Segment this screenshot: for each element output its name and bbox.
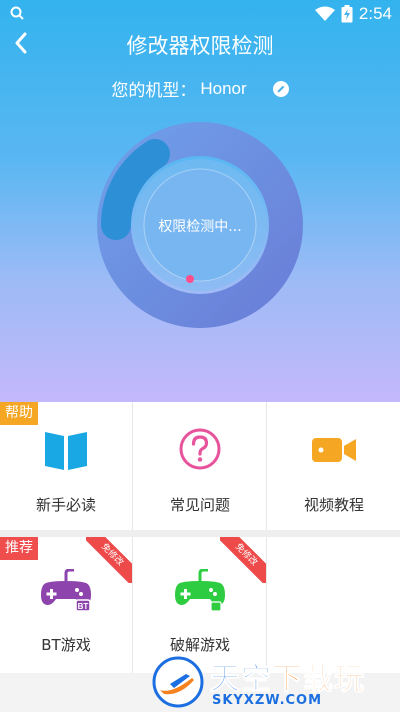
clock: 2:54 (358, 4, 392, 23)
faq-label: 常见问题 (169, 496, 230, 514)
beginner-guide-label: 新手必读 (35, 496, 96, 514)
book-icon (45, 432, 87, 470)
model-label: 您的机型： (111, 81, 197, 101)
help-section: 帮助 新手必读 常见问题 视频教程 (0, 402, 400, 530)
pencil-icon (277, 85, 284, 92)
title-bar: 修改器权限检测 (0, 28, 400, 58)
model-value: Honor (200, 78, 247, 98)
scan-progress-ring: 权限检测中... (97, 122, 303, 328)
faq-item[interactable]: 常见问题 (134, 402, 267, 530)
no-mod-ribbon: 免修改 (220, 537, 266, 583)
scan-status-text: 权限检测中... (158, 219, 242, 235)
wifi-icon (314, 6, 335, 21)
no-mod-ribbon: 免修改 (86, 537, 132, 583)
gamepad-lock-icon (175, 569, 225, 612)
bt-games-label: BT游戏 (41, 636, 91, 654)
watermark-url: SKYXZW.COM (212, 693, 323, 708)
search-icon (10, 6, 24, 20)
progress-dot (186, 275, 194, 283)
svg-text:BT: BT (78, 602, 89, 611)
hero-panel: 2:54 修改器权限检测 您的机型： Honor 权限检测中... (0, 0, 400, 402)
watermark-logo-icon (152, 656, 204, 708)
watermark: 天空下载玩 SKYXZW.COM (152, 652, 400, 712)
help-tag: 帮助 (0, 402, 38, 425)
gamepad-bt-icon: BT (41, 569, 91, 612)
video-tutorial-label: 视频教程 (303, 496, 364, 514)
edit-model-button[interactable] (272, 80, 289, 97)
recommend-tag: 推荐 (0, 537, 38, 560)
video-camera-icon (312, 438, 356, 462)
status-bar: 2:54 (0, 0, 400, 28)
video-tutorial-item[interactable]: 视频教程 (268, 402, 400, 530)
battery-charging-icon (341, 5, 353, 23)
watermark-title: 天空下载玩 (210, 662, 365, 698)
device-model-row: 您的机型： Honor (0, 76, 400, 101)
page-title: 修改器权限检测 (126, 34, 274, 58)
section-divider (0, 530, 400, 537)
question-icon (179, 428, 221, 470)
